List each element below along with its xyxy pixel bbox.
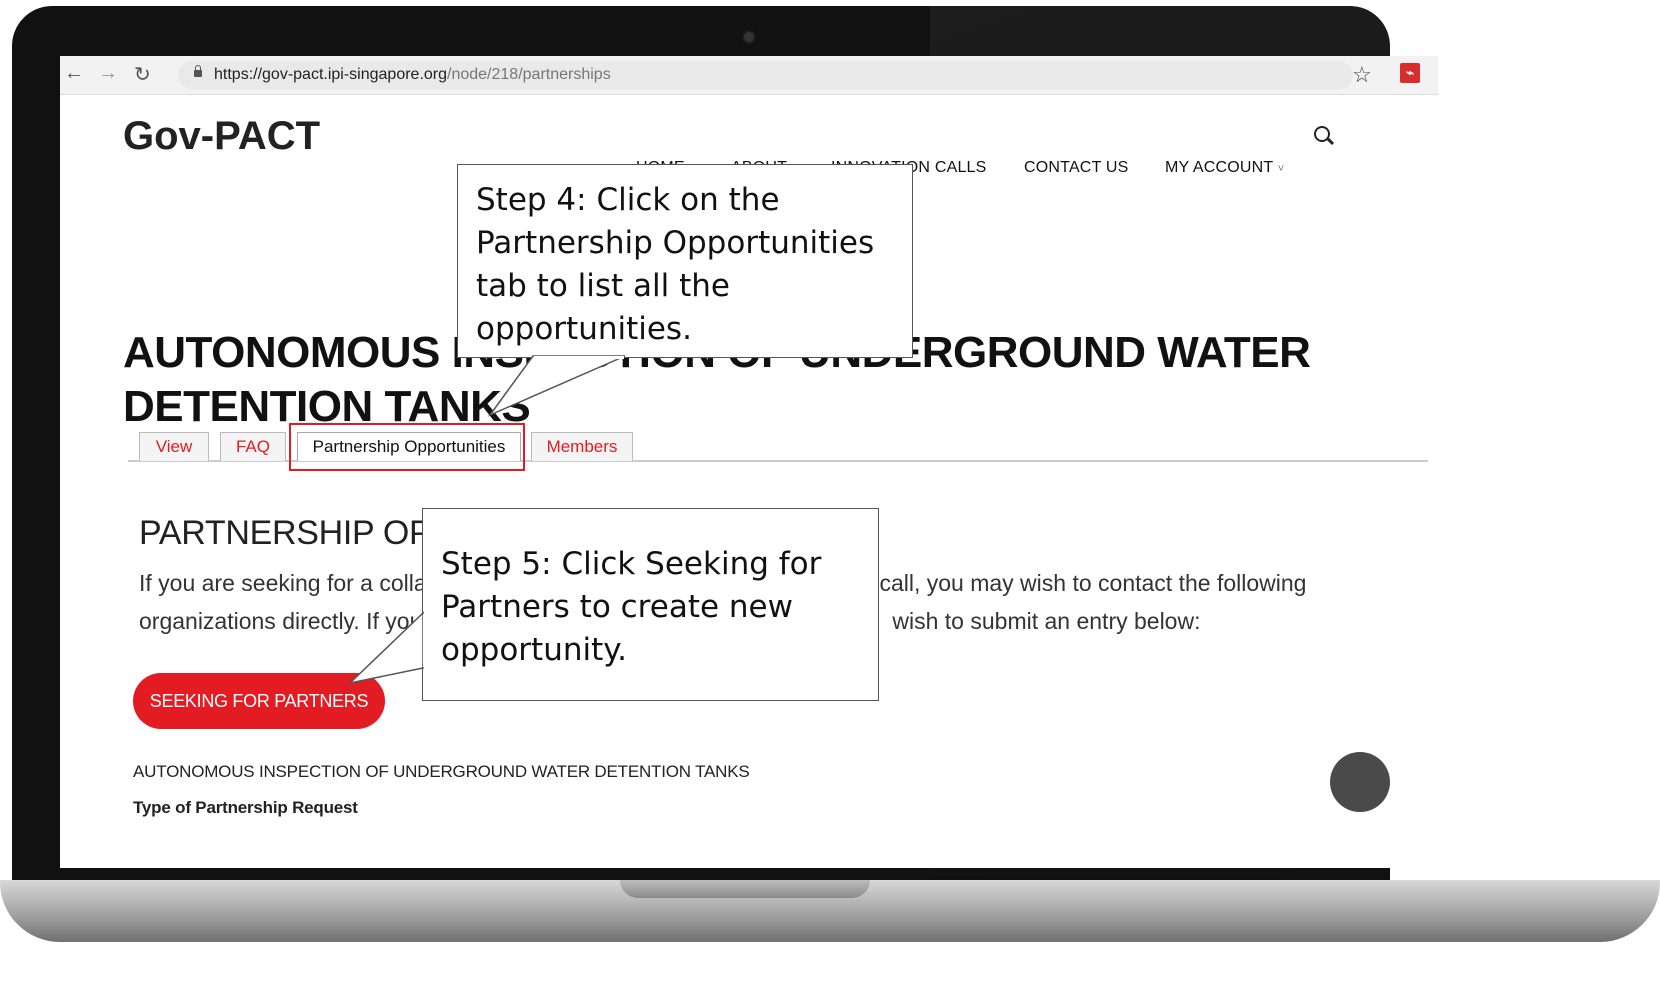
intro-line1-right: call, you may wish to contact the follow… xyxy=(879,570,1307,596)
seeking-for-partners-button[interactable]: SEEKING FOR PARTNERS xyxy=(133,673,385,729)
menu-my-account-label: MY ACCOUNT xyxy=(1165,159,1274,176)
reload-icon[interactable]: ↻ xyxy=(134,62,151,87)
scroll-to-top-button[interactable] xyxy=(1330,752,1390,812)
tab-faq[interactable]: FAQ xyxy=(220,432,286,461)
intro-line1-left: If you are seeking for a collab xyxy=(139,570,440,596)
search-icon[interactable] xyxy=(1314,126,1330,142)
menu-my-account[interactable]: MY ACCOUNT ˅ xyxy=(1165,159,1284,177)
pdf-extension-icon[interactable]: ⌁ xyxy=(1400,63,1420,83)
callout-step5-text: Step 5: Click Seeking for Partners to cr… xyxy=(441,546,822,668)
star-icon[interactable]: ☆ xyxy=(1352,62,1372,88)
browser-toolbar: ← → ↻ https://gov-pact.ipi-singapore.org… xyxy=(60,56,1438,95)
intro-line2-left: organizations directly. If you xyxy=(139,608,423,634)
url-host: https://gov-pact.ipi-singapore.org xyxy=(214,66,448,83)
tab-members[interactable]: Members xyxy=(531,432,633,461)
url-path: /node/218/partnerships xyxy=(447,66,611,83)
back-arrow-icon[interactable]: ← xyxy=(64,62,84,85)
callout-step4: Step 4: Click on the Partnership Opportu… xyxy=(457,164,913,358)
lock-icon xyxy=(194,65,202,77)
menu-contact-us[interactable]: CONTACT US xyxy=(1024,159,1129,177)
url-text[interactable]: https://gov-pact.ipi-singapore.org/node/… xyxy=(214,66,611,84)
forward-arrow-icon[interactable]: → xyxy=(98,62,118,85)
laptop-notch xyxy=(620,880,870,898)
tab-highlight-box xyxy=(289,423,525,471)
tab-view[interactable]: View xyxy=(139,432,209,461)
partnership-type-label: Type of Partnership Request xyxy=(133,798,358,817)
callout-step4-text: Step 4: Click on the Partnership Opportu… xyxy=(476,182,875,347)
intro-line2-right: wish to submit an entry below: xyxy=(892,608,1201,634)
site-title[interactable]: Gov-PACT xyxy=(123,114,320,159)
chevron-down-icon: ˅ xyxy=(1277,163,1285,175)
webcam xyxy=(742,30,756,44)
opportunity-title[interactable]: AUTONOMOUS INSPECTION OF UNDERGROUND WAT… xyxy=(133,762,750,782)
callout-step5: Step 5: Click Seeking for Partners to cr… xyxy=(422,508,879,701)
